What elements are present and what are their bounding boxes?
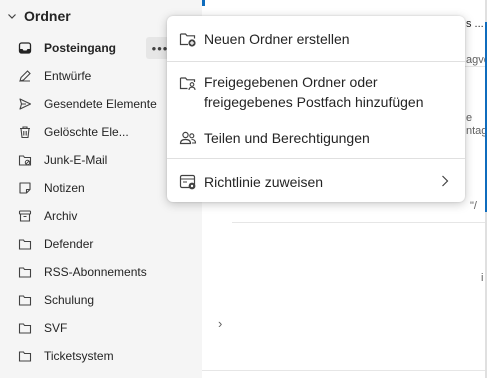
sidebar-item-label: Posteingang (44, 41, 117, 55)
message-preview-fragment: i (481, 272, 484, 284)
note-icon (18, 181, 32, 195)
sidebar-item-label: Notizen (44, 181, 85, 195)
chevron-right-icon (440, 174, 450, 191)
menu-item-add-shared-folder[interactable]: Freigegebenen Ordner oder freigegebenes … (167, 72, 465, 114)
sidebar-item-defender[interactable]: Defender (18, 231, 200, 257)
sidebar-item-label: Junk-E-Mail (44, 153, 108, 167)
chevron-right-icon[interactable]: › (218, 316, 222, 331)
archive-icon (18, 209, 32, 223)
menu-item-assign-policy[interactable]: Richtlinie zuweisen (167, 171, 465, 193)
sidebar-item-label: RSS-Abonnements (44, 265, 147, 279)
folder-icon (18, 321, 32, 335)
pencil-icon (18, 69, 32, 83)
menu-separator (167, 61, 465, 62)
menu-item-label: Teilen und Berechtigungen (204, 130, 370, 146)
send-icon (18, 97, 32, 111)
list-divider (202, 370, 485, 371)
folder-icon (18, 265, 32, 279)
trash-icon (18, 125, 32, 139)
menu-item-new-folder[interactable]: Neuen Ordner erstellen (167, 28, 465, 50)
message-preview-fragment: agvo (466, 54, 487, 66)
junk-folder-icon (18, 153, 32, 167)
list-divider (232, 222, 485, 223)
sidebar-item-archiv[interactable]: Archiv (18, 203, 200, 229)
sidebar-item-label: Archiv (44, 209, 78, 223)
message-preview-fragment: ntag (466, 125, 487, 137)
chevron-down-icon (0, 11, 24, 21)
message-subject-fragment: s ... (466, 18, 484, 30)
sidebar-item-schulung[interactable]: Schulung (18, 287, 200, 313)
sidebar-item-rss-abonnements[interactable]: RSS-Abonnements (18, 259, 200, 285)
sidebar-item-label: Schulung (44, 293, 95, 307)
inbox-icon (18, 41, 32, 55)
sidebar-item-label: Gelöschte Ele... (44, 125, 129, 139)
people-icon (178, 128, 198, 148)
message-subject-fragment: e (466, 112, 473, 124)
menu-item-label-line1: Freigegebenen Ordner oder (204, 74, 378, 90)
menu-item-label: Neuen Ordner erstellen (204, 31, 350, 47)
menu-separator (167, 158, 465, 159)
menu-item-label-line2: freigegebenes Postfach hinzufügen (204, 94, 424, 110)
sidebar-item-svf[interactable]: SVF (18, 315, 200, 341)
more-icon: ••• (151, 40, 169, 56)
folder-icon (18, 293, 32, 307)
folder-icon (18, 349, 32, 363)
message-preview-fragment: "/ (470, 200, 477, 212)
folder-add-icon (178, 29, 198, 49)
sidebar-item-label: Defender (44, 237, 94, 251)
folder-context-menu: Neuen Ordner erstellen Freigegebenen Ord… (167, 16, 465, 202)
menu-item-sharing-permissions[interactable]: Teilen und Berechtigungen (167, 127, 465, 149)
menu-item-label: Richtlinie zuweisen (204, 174, 324, 190)
sidebar-item-label: SVF (44, 321, 68, 335)
sidebar-item-label: Gesendete Elemente (44, 97, 157, 111)
folder-icon (18, 237, 32, 251)
folders-group-title: Ordner (24, 8, 71, 24)
policy-icon (178, 172, 198, 192)
shared-folder-icon (178, 73, 198, 93)
sidebar-item-label: Ticketsystem (44, 349, 114, 363)
sidebar-item-label: Entwürfe (44, 69, 92, 83)
sidebar-item-ticketsystem[interactable]: Ticketsystem (18, 343, 200, 369)
selection-indicator (202, 0, 205, 6)
